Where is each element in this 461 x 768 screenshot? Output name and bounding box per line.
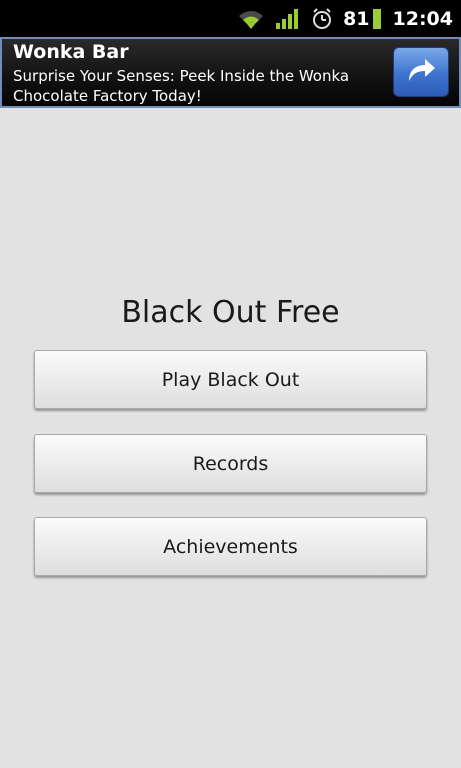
battery-icon	[372, 8, 381, 30]
battery-level: 81	[343, 7, 370, 30]
wifi-icon	[237, 8, 265, 30]
play-button[interactable]: Play Black Out	[34, 350, 427, 409]
share-arrow-icon	[405, 56, 437, 88]
status-icons: 81 12:04	[237, 0, 453, 37]
battery-indicator: 81	[343, 7, 381, 30]
records-button[interactable]: Records	[34, 434, 427, 493]
status-bar: 81 12:04	[0, 0, 461, 37]
achievements-button[interactable]: Achievements	[34, 517, 427, 576]
page-title: Black Out Free	[121, 295, 340, 330]
ad-banner[interactable]: Wonka Bar Surprise Your Senses: Peek Ins…	[0, 37, 461, 108]
clock: 12:04	[392, 7, 453, 30]
ad-title: Wonka Bar	[13, 41, 129, 63]
signal-icon	[275, 8, 301, 30]
alarm-icon	[311, 7, 333, 30]
ad-open-button[interactable]	[393, 47, 449, 97]
ad-body: Surprise Your Senses: Peek Inside the Wo…	[13, 67, 350, 105]
